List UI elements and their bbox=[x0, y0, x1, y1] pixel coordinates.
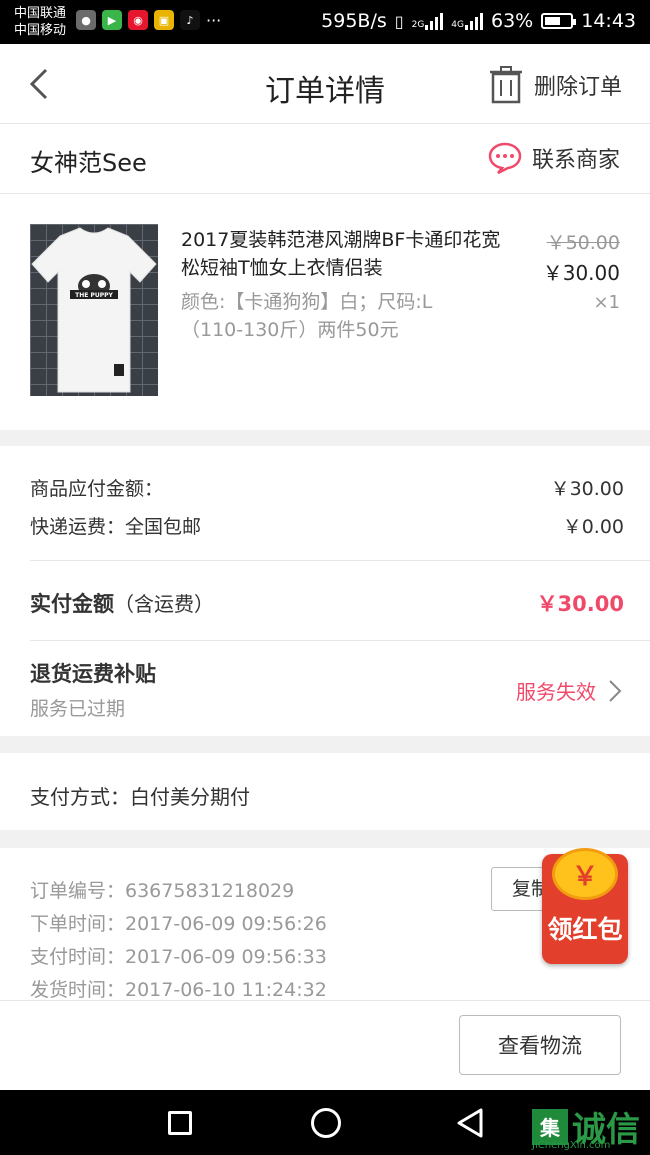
divider bbox=[30, 560, 650, 561]
battery-icon bbox=[541, 13, 577, 29]
product-spec: 颜色:【卡通狗狗】白；尺码:L（110-130斤）两件50元 bbox=[181, 291, 433, 341]
system-nav-bar: 集 诚信 JiChengXin.com bbox=[0, 1090, 650, 1155]
weibo-icon: ◉ bbox=[128, 10, 148, 30]
return-shipping-subsidy-subtitle: 服务已过期 bbox=[30, 698, 126, 720]
status-right: 595B/s ▯ 2G 4G 63% 14:43 bbox=[321, 10, 636, 32]
tshirt-print-text: THE PUPPY bbox=[75, 292, 113, 299]
order-time: 下单时间：2017-06-09 09:56:26 bbox=[30, 913, 327, 935]
battery-percent: 63% bbox=[491, 10, 534, 32]
goods-amount-label: 商品应付金额： bbox=[30, 478, 164, 500]
view-logistics-button[interactable]: 查看物流 bbox=[459, 1015, 621, 1075]
original-price: ￥50.00 bbox=[546, 232, 620, 254]
network-speed: 595B/s bbox=[321, 10, 387, 32]
tiktok-icon: ♪ bbox=[180, 10, 200, 30]
carrier-1: 中国联通 bbox=[14, 6, 67, 21]
chevron-right-icon bbox=[609, 679, 622, 702]
paid-amount-row: 实付金额（含运费） ￥30.00 bbox=[30, 588, 624, 618]
service-status-link[interactable]: 服务失效 bbox=[516, 676, 622, 705]
product-quantity: ×1 bbox=[593, 292, 620, 313]
notification-icons: ● ▶ ◉ ▣ ♪ ··· bbox=[76, 10, 221, 30]
shipping-row: 快递运费：全国包邮 ￥0.00 bbox=[30, 512, 624, 539]
shop-name[interactable]: 女神范See bbox=[30, 143, 147, 178]
product-title: 2017夏装韩范港风潮牌BF卡通印花宽松短袖T恤女上衣情侣装 bbox=[181, 229, 501, 279]
carrier-2: 中国移动 bbox=[14, 23, 67, 38]
shipping-value: ￥0.00 bbox=[562, 516, 624, 538]
delete-order-button[interactable]: 删除订单 bbox=[488, 66, 622, 104]
network-type-2: 4G bbox=[451, 20, 464, 30]
red-packet-button[interactable]: ￥ 领红包 bbox=[542, 848, 628, 964]
signal-1: 2G bbox=[412, 12, 444, 30]
product-price: ￥30.00 bbox=[542, 261, 620, 285]
trash-icon bbox=[489, 66, 522, 104]
goods-amount-value: ￥30.00 bbox=[550, 478, 624, 500]
payment-method: 支付方式：白付美分期付 bbox=[30, 785, 250, 809]
app-header: 订单详情 删除订单 bbox=[0, 44, 650, 124]
video-app-icon: ▶ bbox=[102, 10, 122, 30]
signal-bars-2-icon bbox=[465, 12, 483, 30]
recent-apps-icon[interactable] bbox=[168, 1111, 192, 1135]
signal-bars-1-icon bbox=[425, 12, 444, 30]
bottom-action-bar: 查看物流 bbox=[0, 1001, 650, 1090]
wechat-icon: ● bbox=[76, 10, 96, 30]
vibrate-icon: ▯ bbox=[394, 11, 404, 31]
shipping-label: 快递运费：全国包邮 bbox=[30, 516, 202, 538]
nav-back-icon[interactable] bbox=[456, 1108, 484, 1138]
product-image: THE PUPPY bbox=[30, 224, 158, 396]
contact-seller-button[interactable]: 联系商家 bbox=[488, 142, 620, 174]
paid-amount-value: ￥30.00 bbox=[536, 592, 624, 616]
pay-time: 支付时间：2017-06-09 09:56:33 bbox=[30, 946, 327, 968]
goods-amount-row: 商品应付金额： ￥30.00 bbox=[30, 474, 624, 501]
status-bar: 中国联通 中国移动 ● ▶ ◉ ▣ ♪ ··· 595B/s ▯ 2G 4G 6… bbox=[0, 0, 650, 44]
game-app-icon: ▣ bbox=[154, 10, 174, 30]
signal-2: 4G bbox=[451, 12, 483, 30]
shop-bar: 女神范See 联系商家 bbox=[0, 124, 650, 194]
divider bbox=[30, 640, 650, 641]
clock: 14:43 bbox=[581, 10, 636, 32]
order-number: 订单编号：63675831218029 bbox=[30, 880, 295, 902]
paid-amount-label: 实付金额 bbox=[30, 592, 114, 616]
paid-amount-note: （含运费） bbox=[114, 592, 214, 616]
payment-method-section: 支付方式：白付美分期付 bbox=[0, 753, 650, 830]
more-notifications-icon: ··· bbox=[206, 10, 222, 30]
amount-section: 商品应付金额： ￥30.00 快递运费：全国包邮 ￥0.00 实付金额（含运费）… bbox=[0, 446, 650, 736]
coin-icon: ￥ bbox=[552, 848, 618, 900]
contact-seller-label: 联系商家 bbox=[531, 148, 620, 173]
delete-order-label: 删除订单 bbox=[533, 75, 622, 100]
tshirt-illustration: THE PUPPY bbox=[31, 227, 157, 393]
service-status-label: 服务失效 bbox=[516, 680, 596, 704]
home-icon[interactable] bbox=[311, 1108, 341, 1138]
chat-bubble-icon bbox=[488, 142, 522, 174]
red-packet-label: 领红包 bbox=[547, 915, 623, 944]
battery-fill bbox=[545, 17, 561, 25]
return-shipping-subsidy-title: 退货运费补贴 bbox=[30, 662, 156, 686]
ship-time: 发货时间：2017-06-10 11:24:32 bbox=[30, 979, 327, 1001]
watermark-subtext: JiChengXin.com bbox=[532, 1140, 611, 1151]
product-item[interactable]: THE PUPPY 2017夏装韩范港风潮牌BF卡通印花宽松短袖T恤女上衣情侣装… bbox=[0, 194, 650, 430]
carrier-info: 中国联通 中国移动 bbox=[14, 5, 66, 39]
network-type-1: 2G bbox=[411, 20, 425, 30]
